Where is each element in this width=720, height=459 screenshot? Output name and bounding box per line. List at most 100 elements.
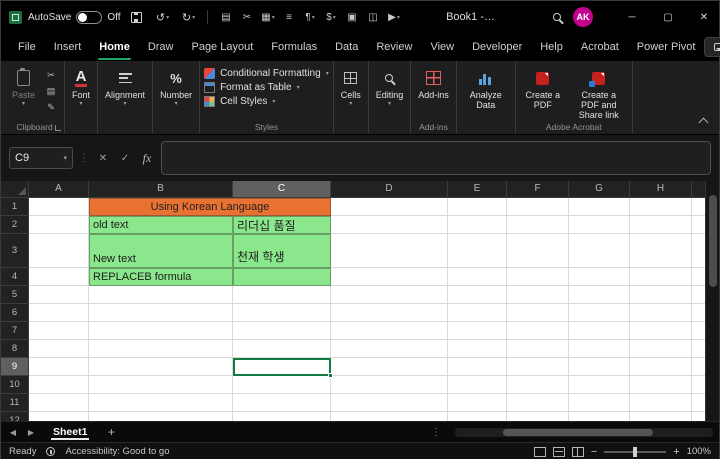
fill-handle[interactable] <box>328 373 333 378</box>
tab-view[interactable]: View <box>421 33 463 61</box>
row-header-2[interactable]: 2 <box>1 216 29 234</box>
horizontal-scrollbar[interactable] <box>455 428 713 437</box>
qat-picture-icon[interactable]: ▣ <box>342 5 363 29</box>
row-header-4[interactable]: 4 <box>1 268 29 286</box>
enter-entry-button[interactable]: ✓ <box>117 153 133 164</box>
format-as-table-button[interactable]: Format as Table ▾ <box>204 82 329 93</box>
tab-data[interactable]: Data <box>326 33 367 61</box>
row-header-9[interactable]: 9 <box>1 358 29 376</box>
cell-B2[interactable]: old text <box>89 216 233 234</box>
clipboard-dialog-launcher-icon[interactable] <box>55 125 61 131</box>
column-header-E[interactable]: E <box>448 181 507 198</box>
normal-view-button[interactable] <box>534 447 546 457</box>
qat-borders-icon[interactable]: ▦▾ <box>258 5 279 29</box>
collapse-ribbon-icon[interactable] <box>699 118 709 128</box>
cells-area[interactable]: Using Korean Languageold text리더십 품질New t… <box>29 198 707 421</box>
column-header-H[interactable]: H <box>630 181 692 198</box>
previous-sheet-button[interactable]: ◀ <box>7 428 19 437</box>
cell-C3[interactable]: 천재 학생 <box>233 234 331 268</box>
autosave-toggle[interactable] <box>76 11 102 24</box>
autosave-control[interactable]: AutoSave Off <box>28 11 121 24</box>
tab-review[interactable]: Review <box>367 33 421 61</box>
sheet-tab-sheet1[interactable]: Sheet1 <box>43 422 97 442</box>
cell-C2[interactable]: 리더십 품질 <box>233 216 331 234</box>
comments-button[interactable]: Comments <box>704 37 720 57</box>
row-header-7[interactable]: 7 <box>1 322 29 340</box>
minimize-button[interactable]: ─ <box>617 1 647 33</box>
addins-button[interactable]: Add-ins <box>415 66 452 102</box>
formula-input[interactable] <box>161 141 711 175</box>
zoom-slider[interactable] <box>604 451 666 453</box>
column-header-D[interactable]: D <box>331 181 448 198</box>
cut-button[interactable]: ✂ <box>42 69 60 82</box>
page-break-view-button[interactable] <box>572 447 584 457</box>
create-pdf-button[interactable]: Create a PDF <box>520 66 566 112</box>
column-header-C[interactable]: C <box>233 181 331 198</box>
qat-align-icon[interactable]: ≡ <box>279 5 300 29</box>
undo-button[interactable]: ↺▾ <box>153 5 173 29</box>
cells-menu-button[interactable]: Cells ▾ <box>338 66 364 108</box>
qat-cut-icon[interactable]: ✂ <box>237 5 258 29</box>
insert-function-button[interactable]: fx <box>139 151 155 166</box>
create-pdf-share-button[interactable]: Create a PDF and Share link <box>570 66 628 122</box>
column-header-F[interactable]: F <box>507 181 569 198</box>
tab-developer[interactable]: Developer <box>463 33 531 61</box>
page-layout-view-button[interactable] <box>553 447 565 457</box>
row-header-3[interactable]: 3 <box>1 234 29 268</box>
new-sheet-button[interactable]: + <box>103 425 119 439</box>
row-header-8[interactable]: 8 <box>1 340 29 358</box>
vertical-scrollbar[interactable] <box>705 181 719 421</box>
row-header-12[interactable]: 12 <box>1 412 29 421</box>
copy-button[interactable]: ▤ <box>42 85 60 98</box>
qat-paste-icon[interactable]: ▤ <box>216 5 237 29</box>
name-box[interactable]: C9 ▾ <box>9 147 73 169</box>
tab-file[interactable]: File <box>9 33 45 61</box>
conditional-formatting-button[interactable]: Conditional Formatting ▾ <box>204 68 329 79</box>
selected-cell-C9[interactable] <box>233 358 331 376</box>
tab-help[interactable]: Help <box>531 33 572 61</box>
cell-B1[interactable]: Using Korean Language <box>89 198 331 216</box>
cell-B4[interactable]: REPLACEB formula <box>89 268 233 286</box>
maximize-button[interactable]: ▢ <box>653 1 683 33</box>
column-header-G[interactable]: G <box>569 181 630 198</box>
save-button[interactable] <box>127 5 147 29</box>
search-button[interactable] <box>547 5 567 29</box>
tab-page-layout[interactable]: Page Layout <box>182 33 262 61</box>
row-header-10[interactable]: 10 <box>1 376 29 394</box>
tab-home[interactable]: Home <box>90 33 139 61</box>
row-header-1[interactable]: 1 <box>1 198 29 216</box>
qat-currency-format-icon[interactable]: $▾ <box>321 5 342 29</box>
zoom-in-button[interactable]: + <box>673 446 679 458</box>
zoom-out-button[interactable]: − <box>591 446 597 458</box>
tab-draw[interactable]: Draw <box>139 33 183 61</box>
analyze-data-button[interactable]: Analyze Data <box>461 66 511 112</box>
qat-run-macro-icon[interactable]: ▶▾ <box>384 5 405 29</box>
row-header-5[interactable]: 5 <box>1 286 29 304</box>
sheet-list-menu-icon[interactable]: ⋮ <box>431 427 441 438</box>
horizontal-scrollbar-thumb[interactable] <box>503 429 653 436</box>
close-button[interactable]: ✕ <box>689 1 719 33</box>
column-header-B[interactable]: B <box>89 181 233 198</box>
redo-button[interactable]: ↻▾ <box>179 5 199 29</box>
cell-styles-button[interactable]: Cell Styles ▾ <box>204 96 329 107</box>
alignment-menu-button[interactable]: Alignment ▾ <box>102 66 148 108</box>
qat-paragraph-marks-icon[interactable]: ¶▾ <box>300 5 321 29</box>
tab-insert[interactable]: Insert <box>45 33 91 61</box>
tab-formulas[interactable]: Formulas <box>262 33 326 61</box>
excel-app-icon[interactable] <box>9 11 22 24</box>
next-sheet-button[interactable]: ▶ <box>25 428 37 437</box>
select-all-button[interactable] <box>1 181 29 198</box>
zoom-level[interactable]: 100% <box>687 446 711 457</box>
column-header-A[interactable]: A <box>29 181 89 198</box>
paste-button[interactable]: Paste ▾ <box>9 66 38 108</box>
qat-freeze-panes-icon[interactable]: ◫ <box>363 5 384 29</box>
tab-power-pivot[interactable]: Power Pivot <box>628 33 705 61</box>
font-menu-button[interactable]: A Font ▾ <box>69 66 93 108</box>
row-header-11[interactable]: 11 <box>1 394 29 412</box>
editing-menu-button[interactable]: Editing ▾ <box>373 66 407 108</box>
tab-acrobat[interactable]: Acrobat <box>572 33 628 61</box>
account-avatar[interactable]: AK <box>573 7 593 27</box>
row-header-6[interactable]: 6 <box>1 304 29 322</box>
number-menu-button[interactable]: % Number ▾ <box>157 66 195 108</box>
format-painter-button[interactable]: ✎ <box>42 101 60 114</box>
